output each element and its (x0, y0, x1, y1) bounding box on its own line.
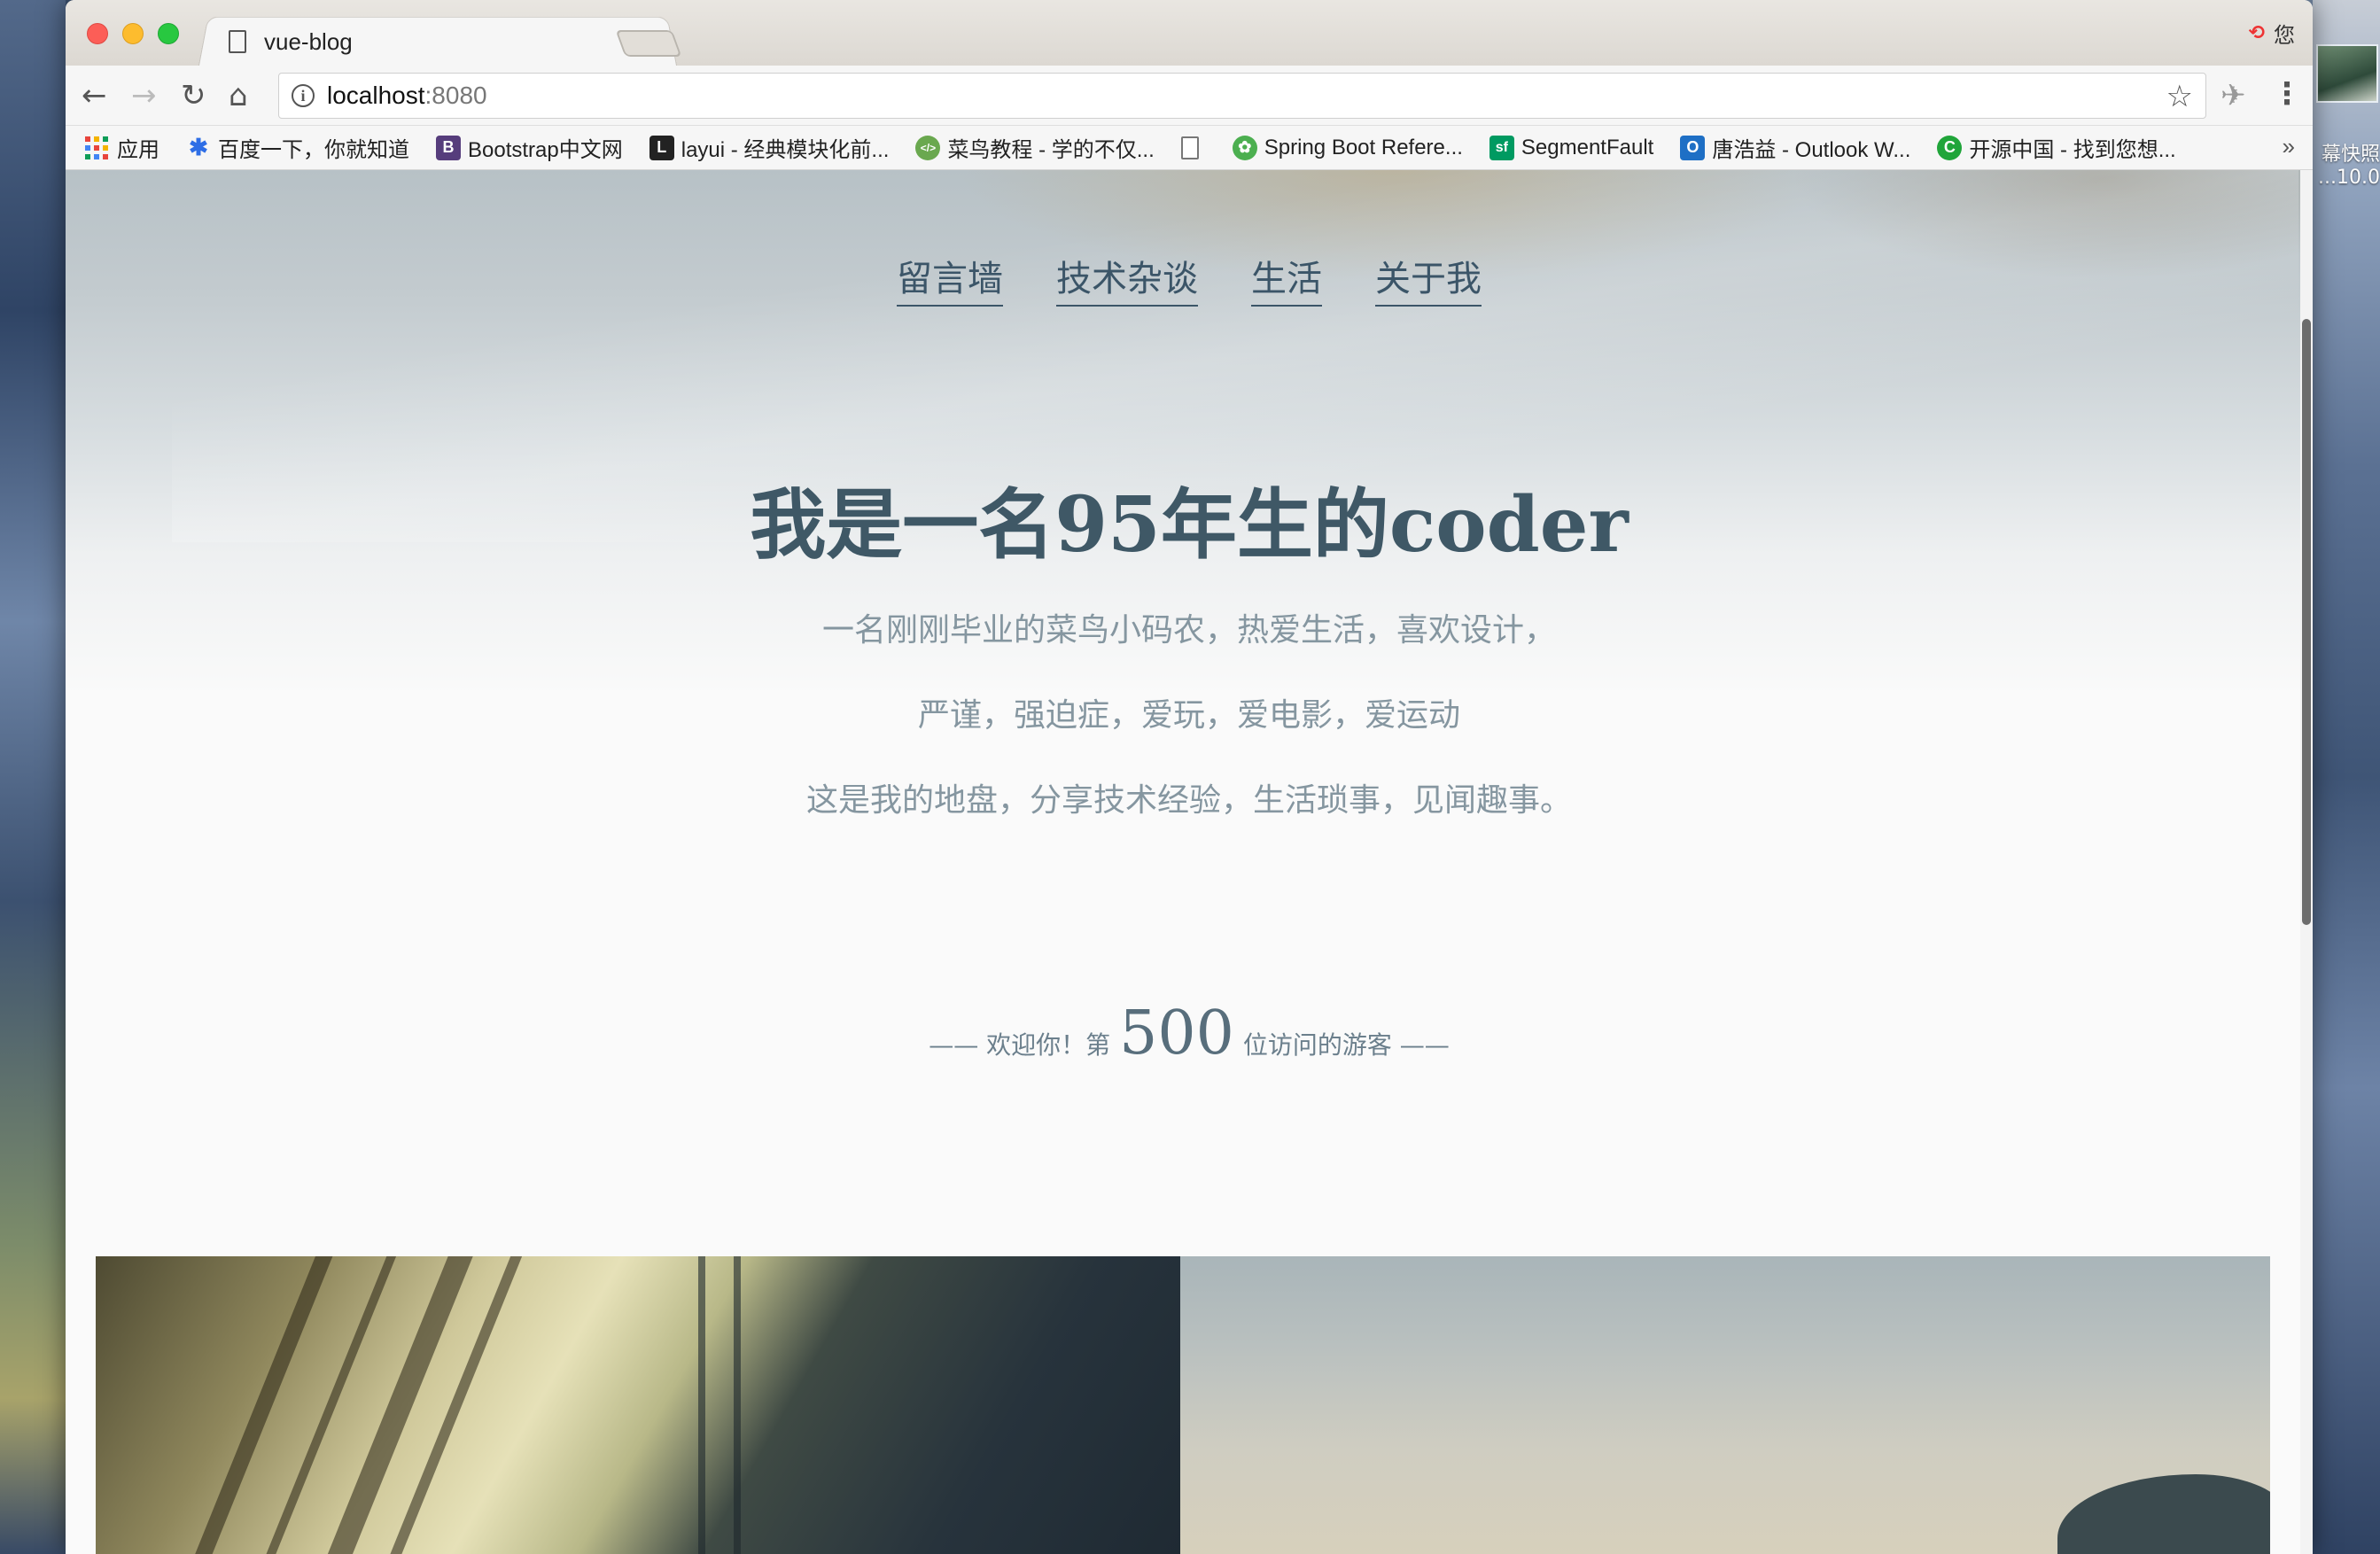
runoob-icon: </> (915, 135, 941, 160)
forward-arrow-icon[interactable]: → (131, 78, 157, 113)
visitor-counter: —— 欢迎你！第 500 位访问的游客 —— (66, 998, 2313, 1068)
tab-title: vue-blog (264, 27, 353, 55)
bookmark-label: Spring Boot Refere... (1264, 135, 1463, 159)
browser-toolbar: ← → ↻ ⌂ i localhost:8080 ☆ ✈ ⋮ (66, 66, 2313, 126)
hero-desc-line-3: 这是我的地盘，分享技术经验，生活琐事，见闻趣事。 (805, 782, 1572, 819)
image-stripe (256, 1256, 405, 1554)
spring-leaf-icon: ✿ (1232, 135, 1257, 160)
desktop-file-label-2: ...10.0 (2318, 167, 2380, 189)
maximize-window-button[interactable] (158, 23, 179, 44)
menu-dots-icon[interactable]: ⋮ (2272, 76, 2302, 112)
post-card-image-2[interactable] (1180, 1256, 2270, 1554)
bookmark-label: 菜鸟教程 - 学的不仅... (947, 138, 1155, 162)
layui-icon: L (649, 135, 674, 160)
visitor-prefix: —— 欢迎你！第 (929, 1030, 1111, 1060)
bookmark-label: SegmentFault (1521, 135, 1654, 159)
url-port: :8080 (424, 82, 487, 109)
bootstrap-b-icon: B (436, 135, 461, 160)
image-stripe (185, 1256, 341, 1554)
profile-button[interactable]: ⟲ 您 (2249, 18, 2295, 49)
desktop-wallpaper-left (0, 0, 66, 1554)
baidu-paw-icon: ✱ (189, 134, 208, 160)
bookmark-page[interactable] (1180, 136, 1206, 159)
oschina-icon: C (1937, 135, 1963, 160)
hero-desc-line-1: 一名刚刚毕业的菜鸟小码农，热爱生活，喜欢设计， (821, 612, 1556, 649)
bookmarks-bar: 应用 ✱ 百度一下，你就知道 B Bootstrap中文网 L layui - … (66, 126, 2313, 170)
bookmark-runoob[interactable]: </> 菜鸟教程 - 学的不仅... (915, 132, 1155, 163)
address-bar[interactable]: i localhost:8080 ☆ (278, 73, 2206, 119)
image-stripe (698, 1256, 705, 1554)
bookmark-label: layui - 经典模块化前... (681, 138, 890, 162)
bookmark-segmentfault[interactable]: sf SegmentFault (1489, 135, 1654, 160)
page-icon (1180, 136, 1199, 159)
screenshot-thumbnail[interactable] (2316, 44, 2378, 103)
segmentfault-icon: sf (1489, 135, 1514, 160)
bookmark-bootstrap[interactable]: B Bootstrap中文网 (436, 132, 623, 163)
nav-item-about[interactable]: 关于我 (1375, 250, 1482, 307)
bookmark-label: 应用 (117, 138, 159, 162)
scrollbar-thumb[interactable] (2302, 319, 2311, 925)
extension-icon[interactable]: ✈ (2221, 78, 2246, 113)
desktop-file-label: 幕快照 (2321, 144, 2380, 166)
minimize-window-button[interactable] (122, 23, 144, 44)
bookmark-outlook[interactable]: O 唐浩益 - Outlook W... (1680, 132, 1910, 163)
visitor-count: 500 (1119, 998, 1234, 1068)
bookmark-label: 开源中国 - 找到您想... (1969, 138, 2176, 162)
page-content: 留言墙 技术杂谈 生活 关于我 我是一名95年生的coder 一名刚刚毕业的菜鸟… (66, 170, 2313, 1554)
nav-item-message-wall[interactable]: 留言墙 (897, 250, 1003, 307)
home-icon[interactable]: ⌂ (229, 78, 248, 113)
bookmark-star-icon[interactable]: ☆ (2166, 79, 2193, 114)
hero-title: 我是一名95年生的coder (750, 480, 1629, 570)
image-hill (2057, 1474, 2270, 1554)
url-text[interactable]: localhost:8080 (327, 82, 487, 110)
profile-icon: ⟲ (2248, 22, 2265, 44)
bookmark-oschina[interactable]: C 开源中国 - 找到您想... (1937, 132, 2176, 163)
bookmark-baidu[interactable]: ✱ 百度一下，你就知道 (186, 132, 409, 163)
hero-desc-line-2: 严谨，强迫症，爱玩，爱电影，爱运动 (917, 697, 1460, 734)
bookmark-label: 百度一下，你就知道 (218, 138, 409, 162)
more-bookmarks-icon[interactable]: » (2283, 133, 2295, 160)
bookmark-layui[interactable]: L layui - 经典模块化前... (649, 132, 890, 163)
nav-item-tech[interactable]: 技术杂谈 (1056, 250, 1198, 307)
outlook-icon: O (1680, 135, 1706, 160)
nav-item-life[interactable]: 生活 (1251, 250, 1322, 307)
bookmark-spring[interactable]: ✿ Spring Boot Refere... (1232, 135, 1463, 160)
title-bar: vue-blog × ⟲ 您 (66, 0, 2313, 66)
profile-label: 您 (2274, 23, 2295, 48)
browser-window: vue-blog × ⟲ 您 ← → ↻ ⌂ i localhost:8080 … (66, 0, 2313, 1554)
tab-content[interactable]: vue-blog × (222, 19, 665, 64)
close-window-button[interactable] (87, 23, 108, 44)
main-nav: 留言墙 技术杂谈 生活 关于我 (66, 250, 2313, 307)
url-host: localhost (327, 82, 425, 109)
bookmark-label: Bootstrap中文网 (468, 138, 623, 162)
apps-grid-icon (85, 136, 108, 159)
post-card-image[interactable] (96, 1256, 1180, 1554)
image-stripe (734, 1256, 741, 1554)
new-tab-button[interactable] (615, 30, 682, 57)
visitor-suffix: 位访问的游客 —— (1242, 1030, 1450, 1060)
info-icon[interactable]: i (292, 84, 315, 107)
back-arrow-icon[interactable]: ← (82, 78, 107, 113)
page-icon (229, 30, 246, 53)
bookmark-label: 唐浩益 - Outlook W... (1712, 138, 1911, 162)
reload-icon[interactable]: ↻ (181, 78, 206, 113)
desktop-wallpaper-right (2313, 0, 2380, 1554)
bookmark-apps[interactable]: 应用 (85, 132, 159, 163)
